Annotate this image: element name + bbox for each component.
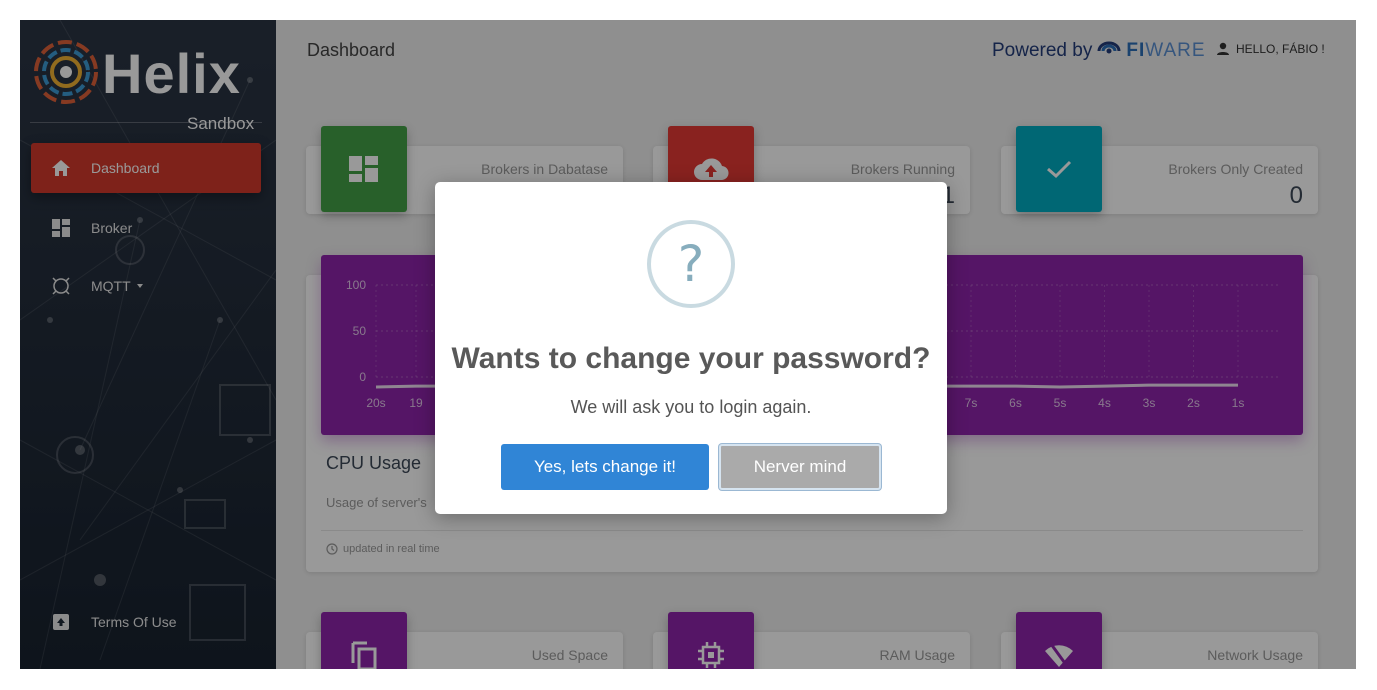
change-password-dialog: ? Wants to change your password? We will… [435,182,947,514]
dialog-title: Wants to change your password? [451,342,931,375]
confirm-button[interactable]: Yes, lets change it! [501,444,709,490]
cancel-button[interactable]: Nerver mind [719,444,881,490]
app-window: Helix Sandbox Dashboard Broker MQTT Term… [20,20,1356,669]
question-icon: ? [647,220,735,308]
dialog-message: We will ask you to login again. [570,397,812,417]
